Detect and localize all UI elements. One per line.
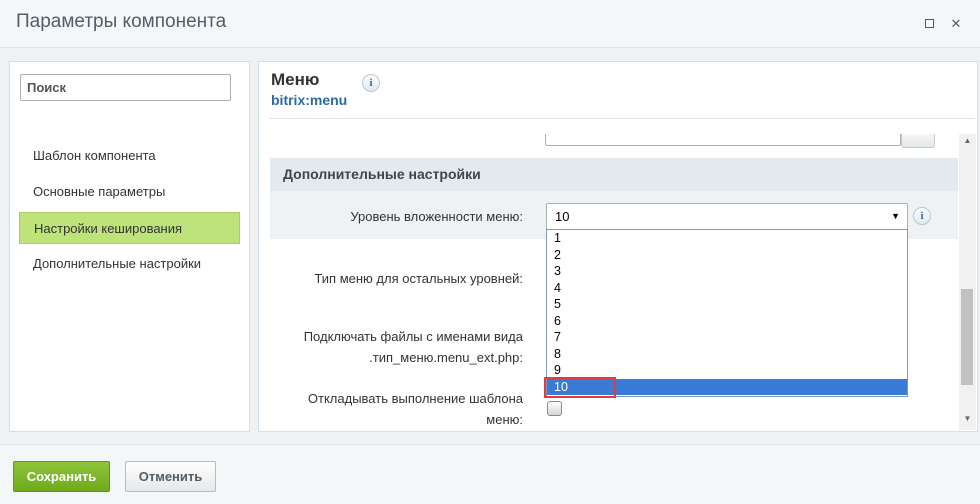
menu-depth-dropdown[interactable]: 1 2 3 4 5 6 7 8 9 10 bbox=[546, 229, 908, 397]
chevron-down-icon: ▼ bbox=[891, 211, 900, 221]
scrollbar-thumb[interactable] bbox=[961, 289, 973, 385]
sidebar: Шаблон компонента Основные параметры Нас… bbox=[9, 61, 250, 432]
info-icon[interactable]: i bbox=[362, 74, 380, 92]
header-divider bbox=[269, 118, 975, 119]
sidebar-item-main-params[interactable]: Основные параметры bbox=[19, 176, 240, 208]
dropdown-option[interactable]: 6 bbox=[547, 313, 907, 330]
menu-depth-value: 10 bbox=[555, 209, 570, 224]
save-button[interactable]: Сохранить bbox=[13, 461, 110, 492]
menu-depth-info-icon[interactable]: i bbox=[913, 207, 931, 225]
section-header: Дополнительные настройки bbox=[270, 158, 958, 191]
dropdown-option[interactable]: 1 bbox=[547, 230, 907, 247]
dropdown-option[interactable]: 7 bbox=[547, 329, 907, 346]
dropdown-option[interactable]: 2 bbox=[547, 247, 907, 264]
partial-input-field[interactable] bbox=[545, 134, 901, 146]
dropdown-option[interactable]: 4 bbox=[547, 280, 907, 297]
partial-field-button[interactable] bbox=[901, 134, 935, 148]
selection-highlight-box bbox=[544, 377, 616, 398]
dialog-title: Параметры компонента bbox=[16, 11, 227, 32]
scroll-up-icon[interactable]: ▲ bbox=[959, 136, 976, 145]
main-panel: Меню bitrix:menu i Дополнительные настро… bbox=[258, 61, 978, 432]
use-ext-label-line2: .тип_меню.menu_ext.php: bbox=[369, 350, 523, 365]
menu-depth-label: Уровень вложенности меню: bbox=[350, 209, 523, 224]
dropdown-option[interactable]: 8 bbox=[547, 346, 907, 363]
sidebar-item-additional-settings[interactable]: Дополнительные настройки bbox=[19, 248, 240, 280]
maximize-icon[interactable] bbox=[920, 15, 938, 33]
use-ext-label-line1: Подключать файлы с именами вида bbox=[303, 329, 523, 344]
dropdown-option[interactable]: 5 bbox=[547, 296, 907, 313]
scroll-down-icon[interactable]: ▼ bbox=[959, 414, 976, 423]
sidebar-item-template[interactable]: Шаблон компонента bbox=[19, 140, 240, 172]
sidebar-item-cache-settings[interactable]: Настройки кеширования bbox=[19, 212, 240, 244]
menu-depth-select[interactable]: 10 ▼ bbox=[546, 203, 908, 230]
cancel-button[interactable]: Отменить bbox=[125, 461, 216, 492]
component-id: bitrix:menu bbox=[271, 92, 348, 108]
search-input[interactable] bbox=[20, 74, 231, 101]
child-menu-type-label: Тип меню для остальных уровней: bbox=[314, 271, 523, 286]
dialog-footer: Сохранить Отменить bbox=[0, 444, 980, 504]
close-icon[interactable]: ✕ bbox=[947, 15, 965, 33]
delay-label-line1: Откладывать выполнение шаблона bbox=[307, 391, 523, 406]
scrollbar[interactable]: ▲ ▼ bbox=[959, 134, 976, 430]
delay-checkbox[interactable] bbox=[547, 401, 562, 416]
dropdown-option[interactable]: 3 bbox=[547, 263, 907, 280]
component-title: Меню bbox=[271, 70, 320, 89]
dialog-titlebar: Параметры компонента ✕ bbox=[0, 0, 980, 48]
delay-label-line2: меню: bbox=[486, 412, 523, 427]
